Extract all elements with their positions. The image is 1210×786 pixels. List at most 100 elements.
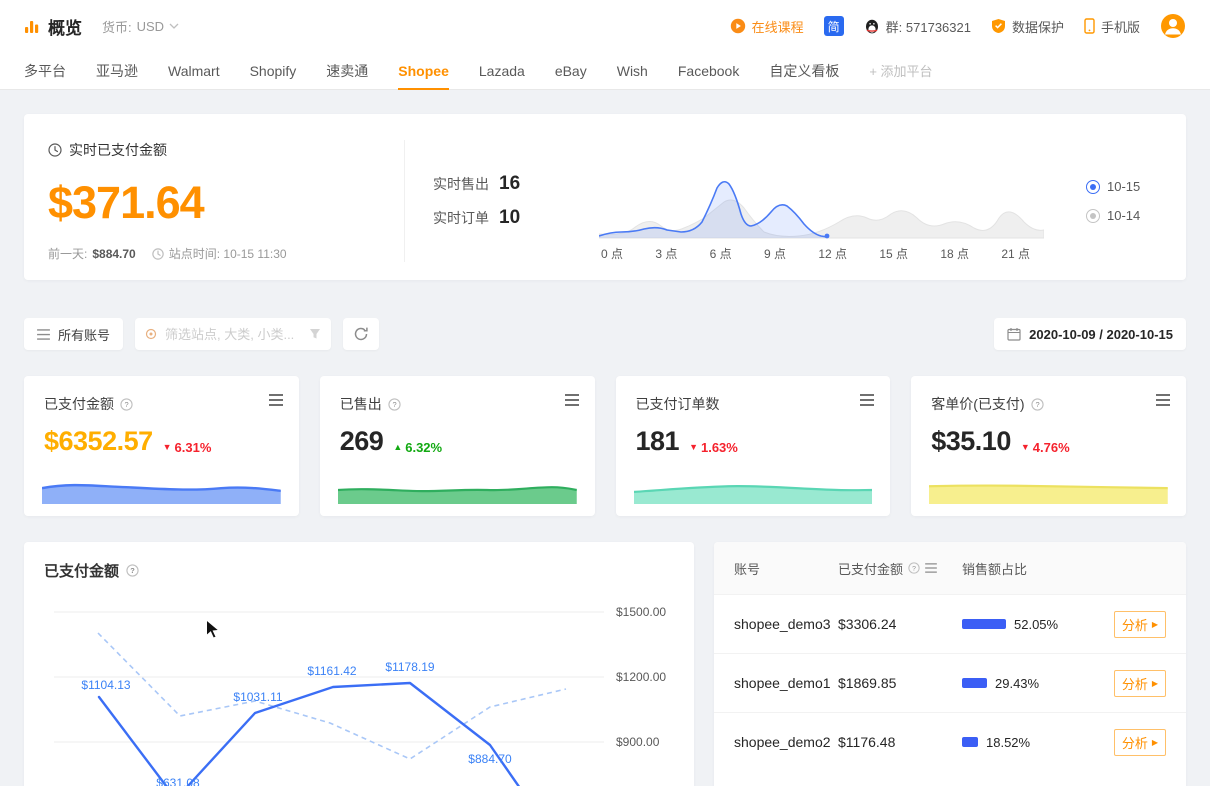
- x-tick: 0 点: [601, 245, 623, 262]
- account-name: shopee_demo3: [734, 616, 838, 632]
- realtime-sold-label: 实时售出: [433, 174, 489, 194]
- realtime-stats-block: 实时售出 16 实时订单 10: [404, 140, 569, 262]
- tab-shopify[interactable]: Shopify: [250, 52, 297, 89]
- table-header: 账号 已支付金额 ? 销售额占比: [714, 542, 1186, 594]
- col-amount[interactable]: 已支付金额 ?: [838, 559, 962, 578]
- tab-wish[interactable]: Wish: [617, 52, 648, 89]
- tab-ebay[interactable]: eBay: [555, 52, 587, 89]
- page-title: 概览: [48, 14, 82, 39]
- account-amount: $1869.85: [838, 675, 962, 691]
- qq-group-link[interactable]: 群: 571736321: [864, 17, 971, 36]
- topbar: 概览 货币: USD 在线课程 简 群: 571736321 数据保护 手机版: [0, 0, 1210, 52]
- radio-unchecked-icon: [1086, 209, 1100, 223]
- sort-menu-icon[interactable]: [925, 563, 937, 573]
- mobile-version-link[interactable]: 手机版: [1084, 17, 1140, 36]
- currency-selector[interactable]: 货币: USD: [102, 17, 179, 36]
- kpi-delta: ▼6.31%: [163, 440, 212, 455]
- previous-day-value: $884.70: [92, 247, 135, 261]
- svg-text:$1178.19: $1178.19: [385, 660, 434, 674]
- date-range-value: 2020-10-09 / 2020-10-15: [1029, 327, 1173, 342]
- kpi-title: 已售出: [340, 394, 382, 414]
- share-cell: 52.05%: [962, 617, 1100, 632]
- card-menu-icon[interactable]: [860, 394, 874, 406]
- online-course-link[interactable]: 在线课程: [730, 17, 804, 36]
- funnel-icon: [309, 328, 321, 340]
- date-range-picker[interactable]: 2020-10-09 / 2020-10-15: [994, 318, 1186, 350]
- tab-shopee[interactable]: Shopee: [398, 52, 449, 89]
- refresh-button[interactable]: [343, 318, 379, 350]
- kpi-sparkline: [929, 476, 1168, 504]
- kpi-cards-row: 已支付金额 ? $6352.57 ▼6.31% 已售出 ? 2: [24, 376, 1186, 516]
- language-badge[interactable]: 简: [824, 16, 844, 36]
- legend-option-today[interactable]: 10-15: [1086, 179, 1162, 194]
- share-value: 29.43%: [995, 676, 1039, 691]
- card-menu-icon[interactable]: [565, 394, 579, 406]
- share-value: 52.05%: [1014, 617, 1058, 632]
- realtime-sold-value: 16: [499, 173, 520, 195]
- help-icon[interactable]: ?: [908, 562, 920, 574]
- caret-right-icon: ▶: [1152, 679, 1158, 688]
- x-tick: 3 点: [655, 245, 677, 262]
- analyze-button[interactable]: 分析 ▶: [1114, 670, 1166, 697]
- all-accounts-button[interactable]: 所有账号: [24, 318, 123, 350]
- user-avatar-icon[interactable]: [1160, 13, 1186, 39]
- svg-text:?: ?: [130, 566, 135, 575]
- comparison-dashed-line: [98, 633, 566, 759]
- kpi-title: 客单价(已支付): [931, 394, 1024, 414]
- analyze-button[interactable]: 分析 ▶: [1114, 611, 1166, 638]
- add-platform-button[interactable]: + 添加平台: [869, 52, 932, 89]
- tab-custom-dashboard[interactable]: 自定义看板: [769, 52, 839, 89]
- table-row: shopee_demo3 $3306.24 52.05% 分析 ▶: [714, 594, 1186, 653]
- currency-label: 货币:: [102, 17, 132, 36]
- y-tick: $1200.00: [616, 670, 666, 684]
- kpi-delta: ▼4.76%: [1021, 440, 1070, 455]
- card-menu-icon[interactable]: [1156, 394, 1170, 406]
- col-share: 销售额占比: [962, 559, 1100, 578]
- trend-down-icon: ▼: [1021, 442, 1030, 452]
- current-point: [825, 234, 830, 239]
- share-bar: [962, 619, 1006, 629]
- platform-tabs: 多平台 亚马逊 Walmart Shopify 速卖通 Shopee Lazad…: [0, 52, 1210, 90]
- svg-text:?: ?: [392, 400, 396, 409]
- tab-aliexpress[interactable]: 速卖通: [326, 52, 368, 89]
- account-table-card: 账号 已支付金额 ? 销售额占比 shopee_demo3 $3306.24 5…: [714, 542, 1186, 786]
- card-menu-icon[interactable]: [269, 394, 283, 406]
- analyze-button[interactable]: 分析 ▶: [1114, 729, 1166, 756]
- help-icon[interactable]: ?: [388, 398, 401, 411]
- refresh-icon: [353, 326, 369, 342]
- caret-right-icon: ▶: [1152, 738, 1158, 747]
- x-tick: 9 点: [764, 245, 786, 262]
- site-filter-input[interactable]: [135, 318, 331, 350]
- share-bar: [962, 678, 987, 688]
- svg-text:$1104.13: $1104.13: [81, 678, 130, 692]
- online-course-label: 在线课程: [752, 17, 804, 36]
- data-protection-link[interactable]: 数据保护: [991, 17, 1064, 36]
- clock-small-icon: [152, 248, 164, 260]
- daily-line-chart: $1500.00 $1200.00 $900.00 $1104.13 $631.…: [24, 589, 694, 786]
- kpi-value: $35.10: [931, 426, 1011, 457]
- table-row: shopee_demo1 $1869.85 29.43% 分析 ▶: [714, 653, 1186, 712]
- y-tick: $900.00: [616, 735, 660, 749]
- kpi-card-avg-order-value: 客单价(已支付) ? $35.10 ▼4.76%: [911, 376, 1186, 516]
- kpi-card-paid-orders: 已支付订单数 181 ▼1.63%: [616, 376, 891, 516]
- help-icon[interactable]: ?: [126, 564, 139, 577]
- kpi-title: 已支付订单数: [636, 394, 720, 414]
- tab-amazon[interactable]: 亚马逊: [96, 52, 138, 89]
- legend-option-yesterday[interactable]: 10-14: [1086, 208, 1162, 223]
- hourly-x-axis: 0 点 3 点 6 点 9 点 12 点 15 点 18 点 21 点: [599, 240, 1044, 262]
- tab-walmart[interactable]: Walmart: [168, 52, 220, 89]
- legend-label: 10-14: [1107, 208, 1140, 223]
- help-icon[interactable]: ?: [120, 398, 133, 411]
- tab-lazada[interactable]: Lazada: [479, 52, 525, 89]
- chevron-down-icon: [169, 23, 179, 29]
- kpi-sparkline: [338, 476, 577, 504]
- realtime-orders-label: 实时订单: [433, 208, 489, 228]
- phone-icon: [1084, 18, 1095, 34]
- help-icon[interactable]: ?: [1031, 398, 1044, 411]
- svg-text:$631.08: $631.08: [156, 776, 200, 786]
- account-amount: $3306.24: [838, 616, 962, 632]
- tab-multi-platform[interactable]: 多平台: [24, 52, 66, 89]
- realtime-sold-row: 实时售出 16: [433, 173, 569, 195]
- previous-day-amount: 前一天: $884.70: [48, 245, 136, 262]
- tab-facebook[interactable]: Facebook: [678, 52, 739, 89]
